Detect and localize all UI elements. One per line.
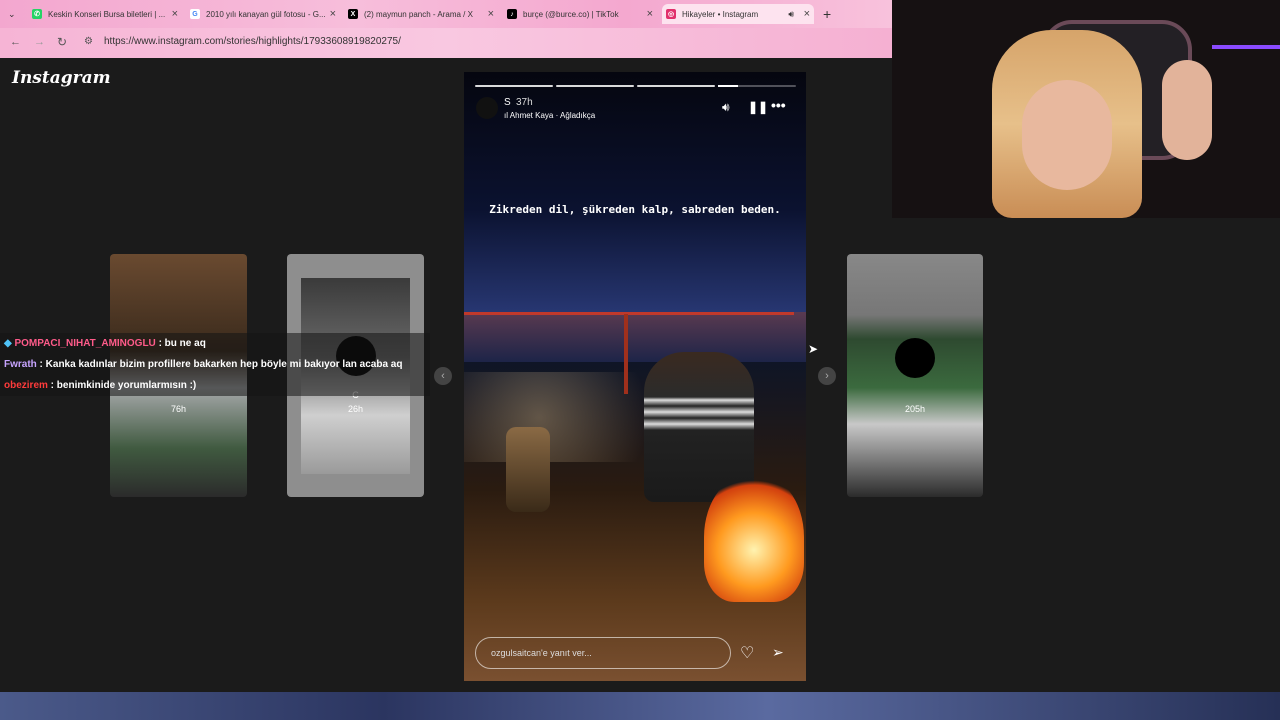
- story-age-label: 205h: [904, 404, 926, 414]
- tab-title: 2010 yılı kanayan gül fotosu - G...: [206, 9, 326, 19]
- side-story-card[interactable]: 205h: [847, 254, 983, 497]
- send-icon[interactable]: ➢: [772, 644, 784, 661]
- heart-icon[interactable]: ♡: [740, 643, 754, 663]
- story-image-post: [624, 314, 628, 394]
- chat-text: : Kanka kadınlar bizim profillere bakark…: [36, 359, 403, 370]
- story-progress-bar: [475, 85, 553, 87]
- more-options-icon[interactable]: •••: [771, 97, 786, 113]
- story-viewer[interactable]: S 37h ıl Ahmet Kaya · Ağladıkça 🔊︎ ❚❚ ••…: [464, 72, 806, 681]
- instagram-logo[interactable]: Instagram: [12, 68, 111, 88]
- tab-list-button[interactable]: ⌄: [8, 4, 22, 24]
- story-progress-bar: [637, 85, 715, 87]
- chat-username: POMPACI_NIHAT_AMINOGLU: [14, 338, 156, 349]
- cursor-icon: ➤: [808, 342, 819, 356]
- chat-message: obezirem : benimkinide yorumlarmısın :): [0, 375, 430, 396]
- browser-tab-4[interactable]: ♪ burçe (@burce.co) | TikTok ×: [507, 4, 653, 24]
- tab-title: (2) maymun panch - Arama / X: [364, 9, 473, 19]
- avatar[interactable]: [476, 97, 498, 119]
- close-icon[interactable]: ×: [804, 8, 810, 20]
- new-tab-button[interactable]: +: [823, 4, 837, 24]
- stream-chat: ◆ POMPACI_NIHAT_AMINOGLU : bu ne aq Fwra…: [0, 333, 430, 396]
- close-icon[interactable]: ×: [647, 8, 653, 20]
- story-timestamp: 37h: [516, 97, 533, 108]
- tab-title: Hikayeler • Instagram: [682, 9, 759, 19]
- whatsapp-icon: ✆: [32, 9, 42, 19]
- streamer-hand: [1162, 60, 1212, 160]
- tab-title: burçe (@burce.co) | TikTok: [523, 9, 619, 19]
- story-age-label: 76h: [170, 404, 187, 414]
- forward-arrow-icon[interactable]: →: [34, 36, 45, 48]
- story-image-rail: [464, 312, 794, 315]
- story-image-horizon: [464, 312, 806, 362]
- back-arrow-icon[interactable]: ←: [10, 36, 21, 48]
- close-icon[interactable]: ×: [488, 8, 494, 20]
- browser-tab-5[interactable]: ◎ Hikayeler • Instagram 🔊︎ ×: [662, 4, 814, 24]
- story-caption: Zikreden dil, şükreden kalp, sabreden be…: [489, 203, 781, 216]
- neon-light: [1212, 45, 1280, 49]
- chat-message: Fwrath : Kanka kadınlar bizim profillere…: [0, 354, 430, 375]
- x-icon: X: [348, 9, 358, 19]
- gem-badge-icon: ◆: [4, 338, 12, 349]
- instagram-icon: ◎: [666, 9, 676, 19]
- chat-text: : benimkinide yorumlarmısın :): [47, 380, 197, 391]
- reply-input[interactable]: ozgulsaitcan'e yanıt ver...: [475, 637, 731, 669]
- story-image-fire: [704, 472, 804, 602]
- google-icon: G: [190, 9, 200, 19]
- avatar: [895, 338, 935, 378]
- story-progress-fill: [718, 85, 738, 87]
- browser-tab-bar: ⌄ ✆ Keskin Konseri Bursa biletleri | ...…: [0, 0, 892, 28]
- story-username[interactable]: S: [504, 97, 511, 108]
- site-info-icon[interactable]: ⚙: [84, 36, 93, 47]
- tab-title: Keskin Konseri Bursa biletleri | ...: [48, 9, 166, 19]
- taskbar-strip: [0, 692, 1280, 720]
- browser-tab-1[interactable]: ✆ Keskin Konseri Bursa biletleri | ... ×: [32, 4, 178, 24]
- pause-icon[interactable]: ❚❚: [748, 100, 768, 114]
- streamer-face: [1022, 80, 1112, 190]
- reload-icon[interactable]: ↻: [57, 35, 67, 49]
- close-icon[interactable]: ×: [172, 8, 178, 20]
- speaker-icon[interactable]: 🔊︎: [722, 100, 730, 115]
- next-story-button[interactable]: ›: [818, 367, 836, 385]
- webcam-overlay: [892, 0, 1280, 218]
- story-age-label: 26h: [347, 404, 364, 414]
- speaker-icon[interactable]: 🔊︎: [788, 9, 794, 20]
- tiktok-icon: ♪: [507, 9, 517, 19]
- browser-tab-3[interactable]: X (2) maymun panch - Arama / X ×: [348, 4, 494, 24]
- close-icon[interactable]: ×: [330, 8, 336, 20]
- url-field[interactable]: https://www.instagram.com/stories/highli…: [104, 36, 401, 47]
- story-music[interactable]: ıl Ahmet Kaya · Ağladıkça: [504, 111, 595, 120]
- story-image-samovar: [506, 427, 550, 512]
- music-label: Ahmet Kaya · Ağladıkça: [509, 111, 596, 120]
- chat-message: ◆ POMPACI_NIHAT_AMINOGLU : bu ne aq: [0, 333, 430, 354]
- previous-story-button[interactable]: ‹: [434, 367, 452, 385]
- chat-username: obezirem: [4, 380, 48, 391]
- story-progress-bar: [556, 85, 634, 87]
- chat-text: : bu ne aq: [155, 338, 206, 349]
- browser-tab-2[interactable]: G 2010 yılı kanayan gül fotosu - G... ×: [190, 4, 336, 24]
- story-progress-bar: [718, 85, 796, 87]
- chat-username: Fwrath: [4, 359, 37, 370]
